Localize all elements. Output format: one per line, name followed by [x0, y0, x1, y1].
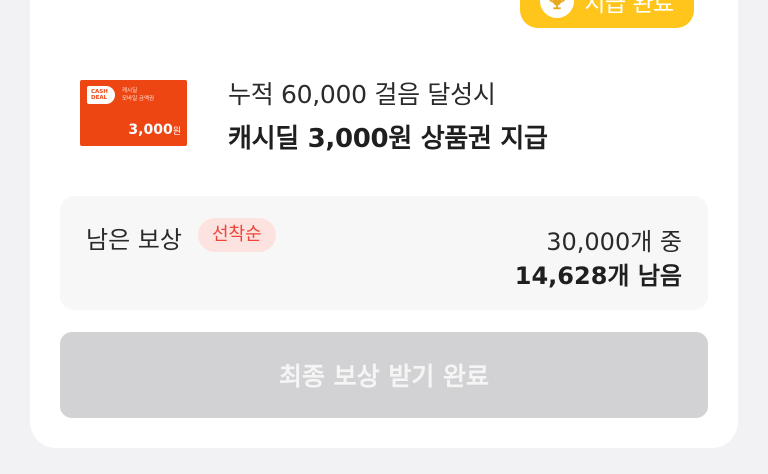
- remaining-label: 남은 보상: [86, 226, 182, 254]
- badge-label: 지급 완료: [584, 0, 674, 17]
- mission-condition: 누적 60,000 걸음 달성시: [228, 80, 496, 109]
- cashdeal-logo: CASH DEAL: [87, 86, 115, 104]
- voucher-amount: 3,000원: [128, 122, 181, 138]
- voucher-caption: 캐시딜 모바일 금액권: [122, 87, 154, 103]
- voucher-image: CASH DEAL 캐시딜 모바일 금액권 3,000원: [80, 80, 187, 146]
- voucher-amount-value: 3,000: [128, 122, 173, 138]
- final-reward-button[interactable]: 최종 보상 받기 완료: [60, 332, 708, 418]
- trophy-icon: [540, 0, 575, 18]
- logo-text-deal: DEAL: [91, 95, 108, 101]
- voucher-caption-line2: 모바일 금액권: [122, 96, 155, 102]
- remaining-reward-box: 남은 보상 선착순 30,000개 중 14,628개 남음: [60, 196, 708, 310]
- voucher-amount-unit: 원: [172, 127, 181, 137]
- remaining-total: 30,000개 중: [546, 228, 682, 256]
- first-come-tag: 선착순: [198, 218, 276, 252]
- mission-reward: 캐시딜 3,000원 상품권 지급: [228, 124, 548, 154]
- page: 지급 완료 CASH DEAL 캐시딜 모바일 금액권 3,000원 누적 60…: [0, 0, 768, 474]
- voucher-caption-line1: 캐시딜: [122, 88, 138, 94]
- remaining-left: 14,628개 남음: [514, 262, 682, 290]
- payment-complete-badge: 지급 완료: [520, 0, 694, 28]
